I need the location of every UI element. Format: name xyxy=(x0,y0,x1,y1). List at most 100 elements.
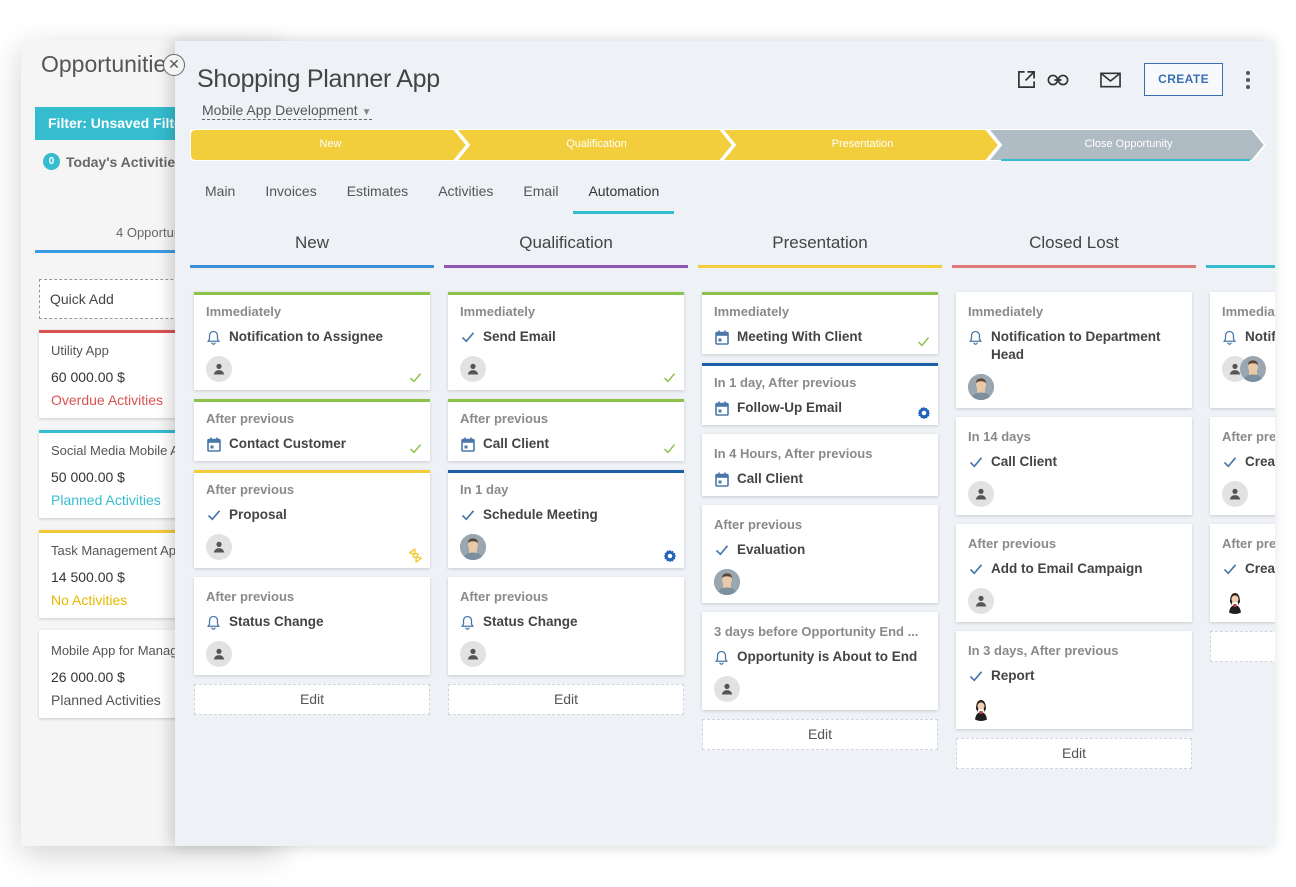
check-icon xyxy=(206,506,221,524)
action-row: Contact Customer xyxy=(206,435,418,453)
automation-card[interactable]: In 3 days, After previous Report xyxy=(956,631,1192,729)
automation-card[interactable]: In 1 day Schedule Meeting xyxy=(448,470,684,568)
trigger-timing: In 3 days, After previous xyxy=(968,643,1119,658)
gear-icon[interactable] xyxy=(916,405,931,420)
kanban-column: Closed Won Immediately Notification to Hea… xyxy=(1206,231,1275,662)
automation-card[interactable]: Immediately Notification to Department He… xyxy=(956,292,1192,408)
avatar xyxy=(968,374,994,400)
automation-card[interactable]: In 4 Hours, After previous Call Client xyxy=(702,434,938,496)
trigger-timing: In 1 day, After previous xyxy=(714,375,857,390)
edit-column-button[interactable]: Edit xyxy=(448,684,684,715)
automation-card[interactable]: In 1 day, After previous Follow-Up Email xyxy=(702,363,938,425)
action-row: Meeting With Client xyxy=(714,328,926,346)
automation-card[interactable]: After previous Create xyxy=(1210,417,1275,515)
stage-step[interactable]: New xyxy=(190,129,471,161)
gear-icon[interactable] xyxy=(662,548,677,563)
trigger-timing: Immediately xyxy=(968,304,1044,319)
automation-card[interactable]: After previous Status Change xyxy=(448,577,684,675)
calendar-icon xyxy=(460,435,475,453)
action-label: Notification to Head xyxy=(1245,329,1275,344)
action-label: Follow-Up Email xyxy=(737,400,843,415)
action-label: Create xyxy=(1245,561,1275,576)
check-icon xyxy=(1222,453,1237,471)
automation-card[interactable]: After previous Status Change xyxy=(194,577,430,675)
automation-card[interactable]: After previous Contact Customer xyxy=(194,399,430,461)
edit-column-button[interactable]: Edit xyxy=(702,719,938,750)
stage-step[interactable]: Qualification xyxy=(456,129,737,161)
automation-card[interactable]: After previous Evaluation xyxy=(702,505,938,603)
action-label: Status Change xyxy=(483,614,578,629)
automation-card[interactable]: 3 days before Opportunity End ... Opportu… xyxy=(702,612,938,710)
action-row: Call Client xyxy=(714,470,926,488)
column-title: Qualification xyxy=(444,231,688,268)
tab-estimates[interactable]: Estimates xyxy=(332,171,423,214)
trigger-timing: Immediately xyxy=(206,304,282,319)
stage-step[interactable]: Close Opportunity xyxy=(988,129,1269,161)
column-title: Closed Lost xyxy=(952,231,1196,268)
more-options-icon[interactable] xyxy=(1237,69,1259,91)
todays-activities-toggle[interactable]: 0 Today's Activities xyxy=(43,153,183,170)
avatar xyxy=(460,534,486,560)
completed-check-icon xyxy=(662,370,677,385)
avatar-group xyxy=(1222,356,1266,382)
automation-card[interactable]: After previous Create xyxy=(1210,524,1275,622)
check-icon xyxy=(968,667,983,685)
create-button[interactable]: CREATE xyxy=(1144,63,1223,96)
action-label: Call Client xyxy=(991,454,1058,469)
tab-email[interactable]: Email xyxy=(508,171,573,214)
action-row: Create xyxy=(1222,453,1275,471)
link-icon[interactable] xyxy=(1047,69,1069,91)
action-row: Report xyxy=(968,667,1180,685)
automation-card[interactable]: Immediately Send Email xyxy=(448,292,684,390)
tab-activities[interactable]: Activities xyxy=(423,171,508,214)
calendar-icon xyxy=(714,470,729,488)
check-icon xyxy=(460,328,475,346)
action-row: Send Email xyxy=(460,328,672,346)
automation-card[interactable]: Immediately Notification to Head xyxy=(1210,292,1275,408)
user-icon xyxy=(206,534,232,560)
edit-column-button[interactable] xyxy=(1210,631,1275,662)
user-icon xyxy=(714,676,740,702)
trigger-timing: Immediately xyxy=(460,304,536,319)
stage-label: New xyxy=(319,138,342,150)
mail-icon[interactable] xyxy=(1099,69,1121,91)
action-label: Schedule Meeting xyxy=(483,507,598,522)
tab-main[interactable]: Main xyxy=(190,171,250,214)
user-icon xyxy=(460,641,486,667)
action-label: Create xyxy=(1245,454,1275,469)
edit-column-button[interactable]: Edit xyxy=(194,684,430,715)
automation-card[interactable]: Immediately Meeting With Client xyxy=(702,292,938,354)
automation-card[interactable]: Immediately Notification to Assignee xyxy=(194,292,430,390)
avatar xyxy=(714,569,740,595)
kanban-column: Presentation Immediately Meeting With Clie… xyxy=(698,231,942,750)
stage-label: Presentation xyxy=(831,138,894,150)
tab-automation[interactable]: Automation xyxy=(573,171,675,214)
open-external-icon[interactable] xyxy=(1015,69,1037,91)
trigger-timing: Immediately xyxy=(1222,304,1275,319)
trigger-timing: After previous xyxy=(714,517,803,532)
user-icon xyxy=(968,588,994,614)
action-label: Add to Email Campaign xyxy=(991,561,1143,576)
project-name: Mobile App Development xyxy=(202,102,358,118)
action-row: Call Client xyxy=(460,435,672,453)
bell-icon xyxy=(714,648,729,666)
edit-column-button[interactable]: Edit xyxy=(956,738,1192,769)
automation-card[interactable]: After previous Proposal xyxy=(194,470,430,568)
action-row: Status Change xyxy=(460,613,672,631)
automation-card[interactable]: After previous Call Client xyxy=(448,399,684,461)
column-title: Presentation xyxy=(698,231,942,268)
trigger-timing: After previous xyxy=(206,589,295,604)
list-page-title: Opportunities xyxy=(41,51,178,77)
stage-step[interactable]: Presentation xyxy=(722,129,1003,161)
action-label: Report xyxy=(991,668,1035,683)
automation-card[interactable]: In 14 days Call Client xyxy=(956,417,1192,515)
close-icon[interactable]: ✕ xyxy=(163,54,185,76)
automation-card[interactable]: After previous Add to Email Campaign xyxy=(956,524,1192,622)
todays-activities-label: Today's Activities xyxy=(66,153,183,170)
bell-icon xyxy=(206,328,221,346)
project-dropdown[interactable]: Mobile App Development ▼ xyxy=(202,102,372,120)
tab-invoices[interactable]: Invoices xyxy=(250,171,331,214)
user-icon xyxy=(968,481,994,507)
action-label: Notification to Assignee xyxy=(229,329,384,344)
bell-icon xyxy=(968,328,983,346)
